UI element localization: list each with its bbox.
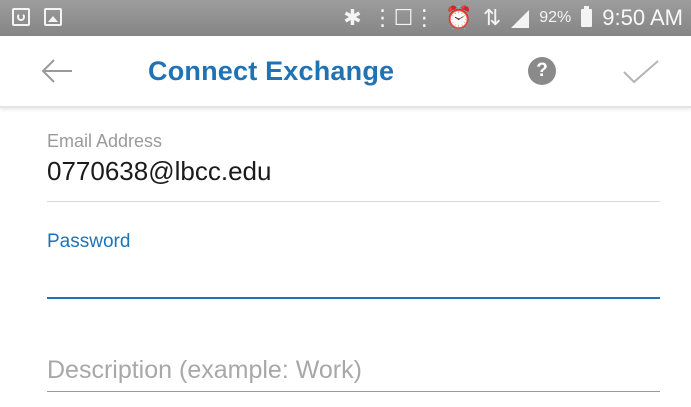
alarm-icon: ⏰ <box>445 5 473 30</box>
status-left-icons <box>12 8 62 26</box>
email-divider <box>47 201 660 202</box>
app-bar: Connect Exchange ? <box>0 36 691 108</box>
confirm-button[interactable] <box>620 58 660 86</box>
signal-icon <box>511 10 530 28</box>
image-icon <box>44 8 62 26</box>
battery-icon <box>581 6 593 27</box>
check-icon <box>623 60 659 84</box>
email-label: Email Address <box>47 131 163 151</box>
password-label: Password <box>47 231 131 252</box>
page-title: Connect Exchange <box>148 56 395 86</box>
status-time: 9:50 AM <box>602 5 683 30</box>
description-input[interactable] <box>47 350 660 392</box>
email-value: 0770638@lbcc.edu <box>47 156 272 186</box>
vibrate-icon: ⋮☐⋮ <box>371 5 436 30</box>
battery-percent: 92% <box>539 9 572 26</box>
status-right-icons: ✱ ⋮☐⋮ ⏰ ⇅ 92% 9:50 AM <box>343 0 683 36</box>
help-button[interactable]: ? <box>528 57 556 85</box>
password-input[interactable] <box>47 255 660 299</box>
email-field[interactable]: Email Address 0770638@lbcc.edu <box>47 131 660 187</box>
password-field-group: Password <box>47 231 660 253</box>
network-icon: ⇅ <box>482 5 502 30</box>
status-bar: ✱ ⋮☐⋮ ⏰ ⇅ 92% 9:50 AM <box>0 0 691 36</box>
arrow-left-icon <box>41 59 72 83</box>
bluetooth-icon: ✱ <box>343 5 362 30</box>
recycle-icon <box>12 8 30 26</box>
back-button[interactable] <box>40 56 74 86</box>
